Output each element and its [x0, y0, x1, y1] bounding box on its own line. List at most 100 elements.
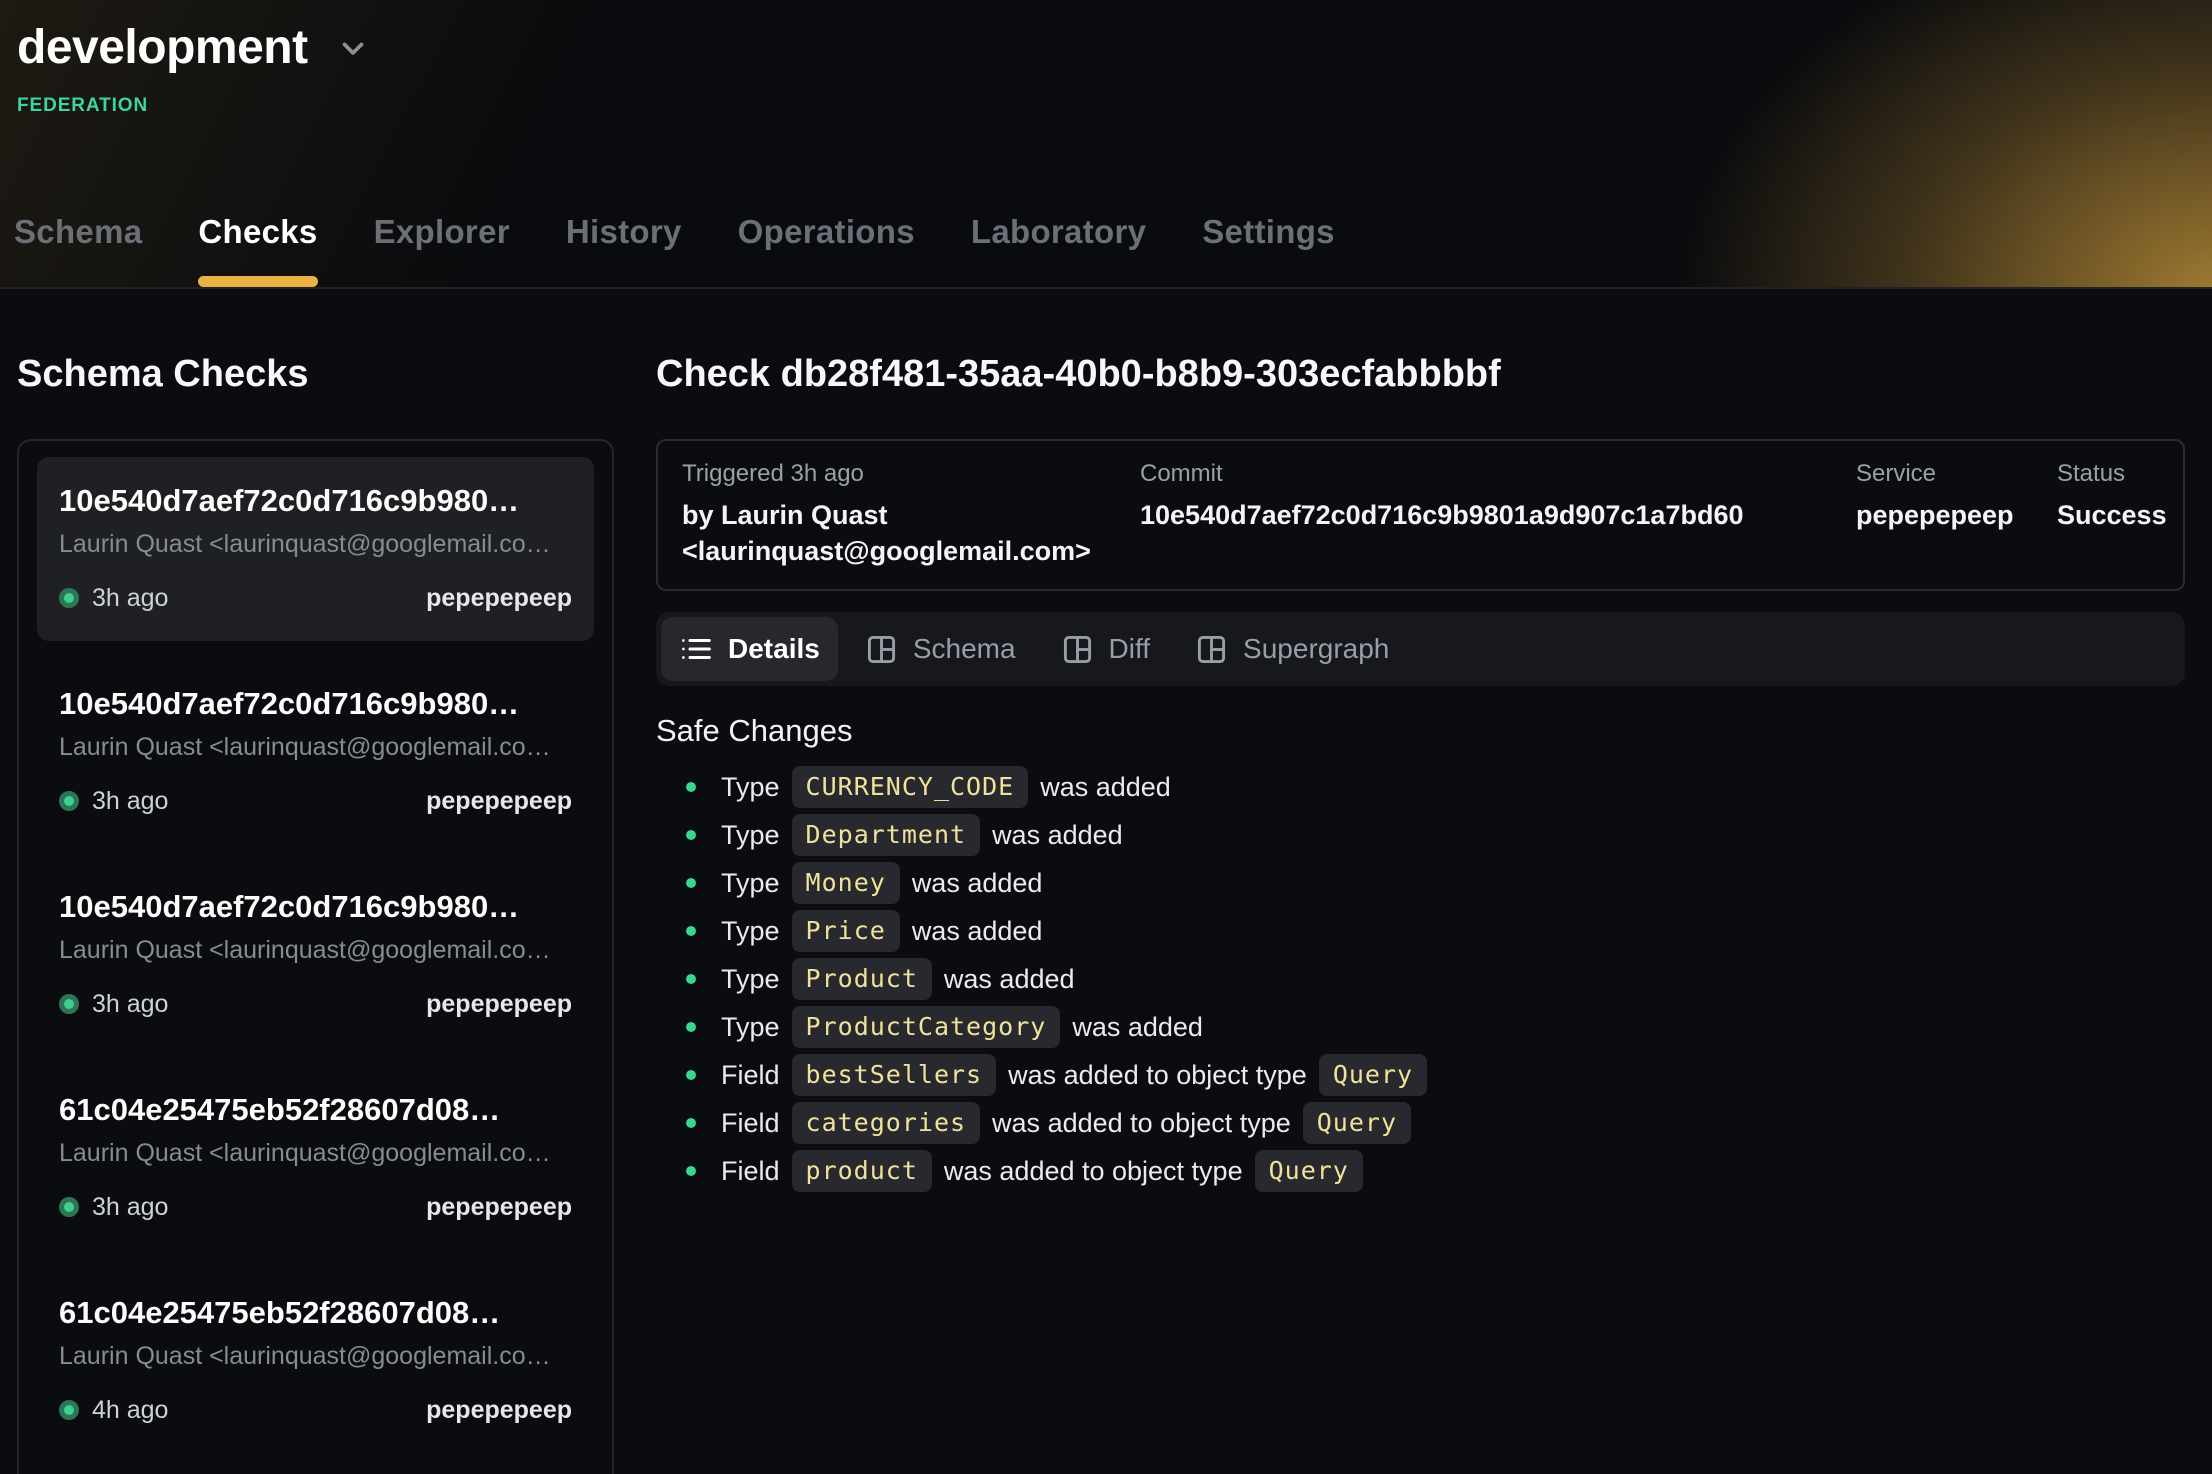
check-service: pepepepeep — [426, 1192, 572, 1222]
change-row: Type CURRENCY_CODE was added — [656, 763, 2185, 811]
change-code-chip: Department — [792, 814, 981, 856]
schema-check-item[interactable]: 61c04e25475eb52f28607d08… Laurin Quast <l… — [37, 1066, 594, 1250]
detail-tab-details[interactable]: Details — [661, 617, 838, 681]
tab-explorer[interactable]: Explorer — [374, 213, 510, 287]
change-type-chip: Query — [1255, 1150, 1363, 1192]
check-commit-id: 10e540d7aef72c0d716c9b980… — [59, 889, 572, 925]
change-row: TypePricewas added — [656, 907, 2185, 955]
check-info-card: Triggered 3h ago by Laurin Quast <laurin… — [656, 439, 2185, 591]
change-row: Fieldcategorieswas added to object typeQ… — [656, 1099, 2185, 1147]
triggered-by-value: by Laurin Quast <laurinquast@googlemail.… — [682, 497, 1122, 569]
change-prefix: Type — [721, 916, 780, 947]
detail-tab-label: Supergraph — [1243, 633, 1389, 665]
columns-icon — [1061, 633, 1094, 666]
check-service: pepepepeep — [426, 989, 572, 1019]
bullet-dot-icon — [686, 830, 696, 840]
change-prefix: Type — [721, 964, 780, 995]
tab-schema[interactable]: Schema — [14, 213, 142, 287]
check-time: 3h ago — [92, 1192, 168, 1222]
change-code-chip: Money — [792, 862, 900, 904]
check-title: Check db28f481-35aa-40b0-b8b9-303ecfabbb… — [656, 351, 2185, 397]
change-suffix: was added to object type — [1008, 1060, 1307, 1091]
check-author: Laurin Quast <laurinquast@googlemail.co… — [59, 1138, 572, 1168]
tab-operations[interactable]: Operations — [738, 213, 915, 287]
bullet-dot-icon — [686, 1022, 696, 1032]
check-time: 3h ago — [92, 583, 168, 613]
change-row: FieldbestSellerswas added to object type… — [656, 1051, 2185, 1099]
detail-tab-schema[interactable]: Schema — [847, 617, 1034, 681]
project-title-row: development — [0, 0, 2212, 75]
primary-nav: Schema Checks Explorer History Operations Lab… — [14, 213, 1335, 287]
bullet-dot-icon — [686, 878, 696, 888]
bullet-dot-icon — [686, 926, 696, 936]
change-prefix: Field — [721, 1156, 780, 1187]
check-commit-id: 61c04e25475eb52f28607d08… — [59, 1295, 572, 1331]
app-root: development FEDERATION Schema Checks Explo… — [0, 0, 2212, 1474]
columns-icon — [865, 633, 898, 666]
check-detail-panel: Check db28f481-35aa-40b0-b8b9-303ecfabbb… — [656, 289, 2185, 1195]
schema-check-list: 10e540d7aef72c0d716c9b980… Laurin Quast <… — [17, 439, 614, 1474]
detail-tabs: Details Schema Diff Supergraph — [656, 612, 2185, 686]
service-label: Service — [1856, 459, 2057, 489]
success-status-dot — [59, 588, 79, 608]
bullet-dot-icon — [686, 1166, 696, 1176]
change-suffix: was added — [992, 820, 1123, 851]
schema-check-item[interactable]: 10e540d7aef72c0d716c9b980…Laurin Quast <… — [37, 660, 594, 844]
schema-check-item[interactable]: 10e540d7aef72c0d716c9b980…Laurin Quast <… — [37, 457, 594, 641]
change-suffix: was added to object type — [992, 1108, 1291, 1139]
change-type-chip: Query — [1303, 1102, 1411, 1144]
detail-tab-label: Details — [728, 633, 820, 665]
change-suffix: was added — [1072, 1012, 1203, 1043]
project-header: development FEDERATION Schema Checks Explo… — [0, 0, 2212, 289]
change-suffix: was added — [912, 868, 1043, 899]
detail-tab-diff[interactable]: Diff — [1043, 617, 1169, 681]
status-cell: Status Success — [2057, 459, 2167, 569]
chevron-down-icon[interactable] — [336, 31, 370, 65]
change-type-chip: Query — [1319, 1054, 1427, 1096]
change-suffix: was added to object type — [944, 1156, 1243, 1187]
check-time: 4h ago — [92, 1395, 168, 1425]
check-author: Laurin Quast <laurinquast@googlemail.co… — [59, 529, 572, 559]
check-time: 3h ago — [92, 989, 168, 1019]
bullet-dot-icon — [686, 782, 696, 792]
service-value: pepepepeep — [1856, 497, 2057, 533]
check-meta-row: 4h ago pepepepeep — [59, 1395, 572, 1425]
check-time: 3h ago — [92, 786, 168, 816]
bullet-dot-icon — [686, 974, 696, 984]
check-meta-row: 3h ago pepepepeep — [59, 1192, 572, 1222]
check-commit-id: 61c04e25475eb52f28607d08… — [59, 1092, 572, 1128]
list-icon — [679, 634, 713, 664]
tab-history[interactable]: History — [566, 213, 682, 287]
check-commit-id: 10e540d7aef72c0d716c9b980… — [59, 686, 572, 722]
schema-check-item[interactable]: 10e540d7aef72c0d716c9b980…Laurin Quast <… — [37, 863, 594, 1047]
commit-cell: Commit 10e540d7aef72c0d716c9b9801a9d907c… — [1140, 459, 1856, 569]
check-meta-row: 3h ago pepepepeep — [59, 989, 572, 1019]
check-meta-row: 3h agopepepepeep — [59, 583, 572, 613]
project-name: development — [17, 20, 308, 75]
changes-title: Safe Changes — [656, 711, 2185, 751]
change-suffix: was added — [1040, 772, 1171, 803]
detail-tab-label: Diff — [1109, 633, 1151, 665]
change-code-chip: product — [792, 1150, 932, 1192]
tab-laboratory[interactable]: Laboratory — [971, 213, 1146, 287]
change-prefix: Type — [721, 772, 780, 803]
commit-hash-value: 10e540d7aef72c0d716c9b9801a9d907c1a7bd60 — [1140, 497, 1856, 533]
change-code-chip: CURRENCY_CODE — [792, 766, 1029, 808]
change-code-chip: ProductCategory — [792, 1006, 1061, 1048]
tab-checks[interactable]: Checks — [198, 213, 317, 287]
tab-settings[interactable]: Settings — [1202, 213, 1335, 287]
change-code-chip: Price — [792, 910, 900, 952]
status-label: Status — [2057, 459, 2167, 489]
change-prefix: Type — [721, 1012, 780, 1043]
check-service: pepepepeep — [426, 1395, 572, 1425]
success-status-dot — [59, 1400, 79, 1420]
change-suffix: was added — [944, 964, 1075, 995]
schema-check-item[interactable]: 61c04e25475eb52f28607d08…Laurin Quast <l… — [37, 1269, 594, 1453]
content-area: Schema Checks 10e540d7aef72c0d716c9b980…… — [0, 289, 2212, 1474]
detail-tab-supergraph[interactable]: Supergraph — [1177, 617, 1407, 681]
change-row: TypeMoneywas added — [656, 859, 2185, 907]
change-prefix: Field — [721, 1108, 780, 1139]
project-type-badge: FEDERATION — [17, 95, 2212, 117]
change-row: TypeDepartmentwas added — [656, 811, 2185, 859]
triggered-label: Triggered 3h ago — [682, 459, 1140, 489]
